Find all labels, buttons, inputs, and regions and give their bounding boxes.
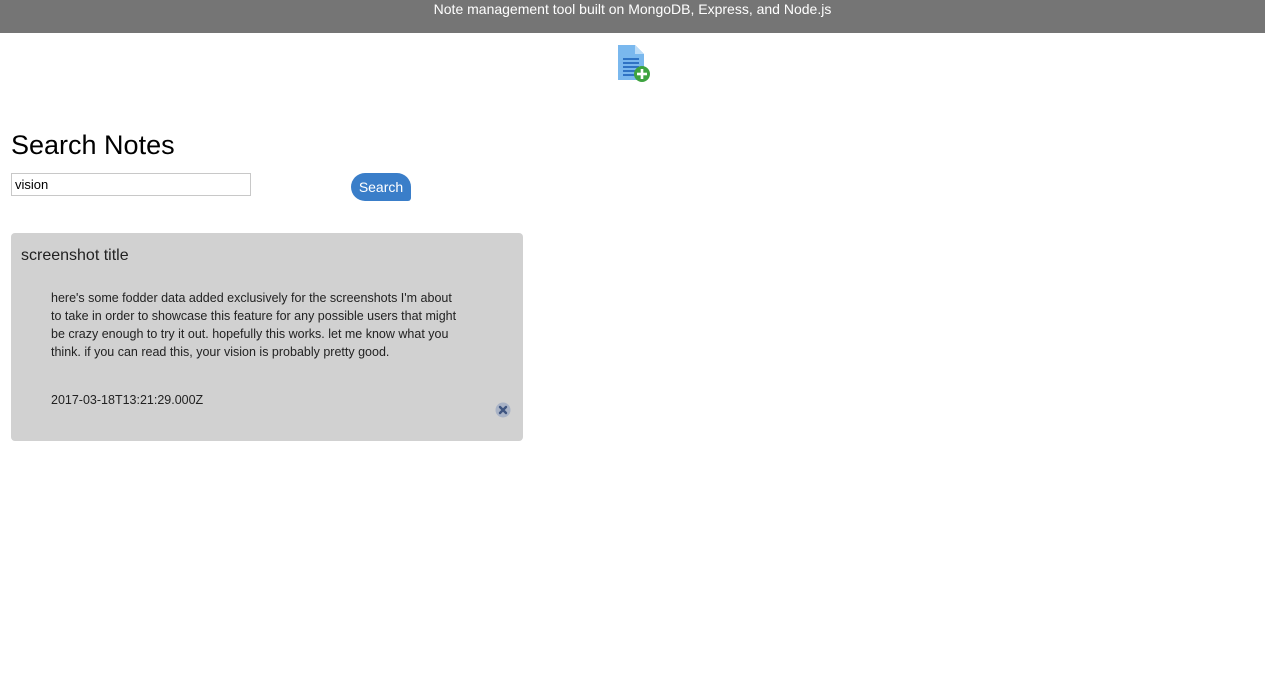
app-header: Note management tool built on MongoDB, E… [0,0,1265,33]
search-button[interactable]: Search [351,173,411,201]
note-date: 2017-03-18T13:21:29.000Z [51,393,204,407]
app-tagline: Note management tool built on MongoDB, E… [433,1,832,17]
close-icon [495,402,511,418]
add-document-icon [618,45,650,82]
delete-note-button[interactable] [495,402,511,418]
note-body: here's some fodder data added exclusivel… [51,291,457,359]
search-input[interactable] [11,173,251,196]
add-note-button[interactable] [614,44,654,86]
search-heading: Search Notes [11,130,175,160]
note-title: screenshot title [21,247,129,264]
note-card: screenshot title here's some fodder data… [11,233,523,441]
